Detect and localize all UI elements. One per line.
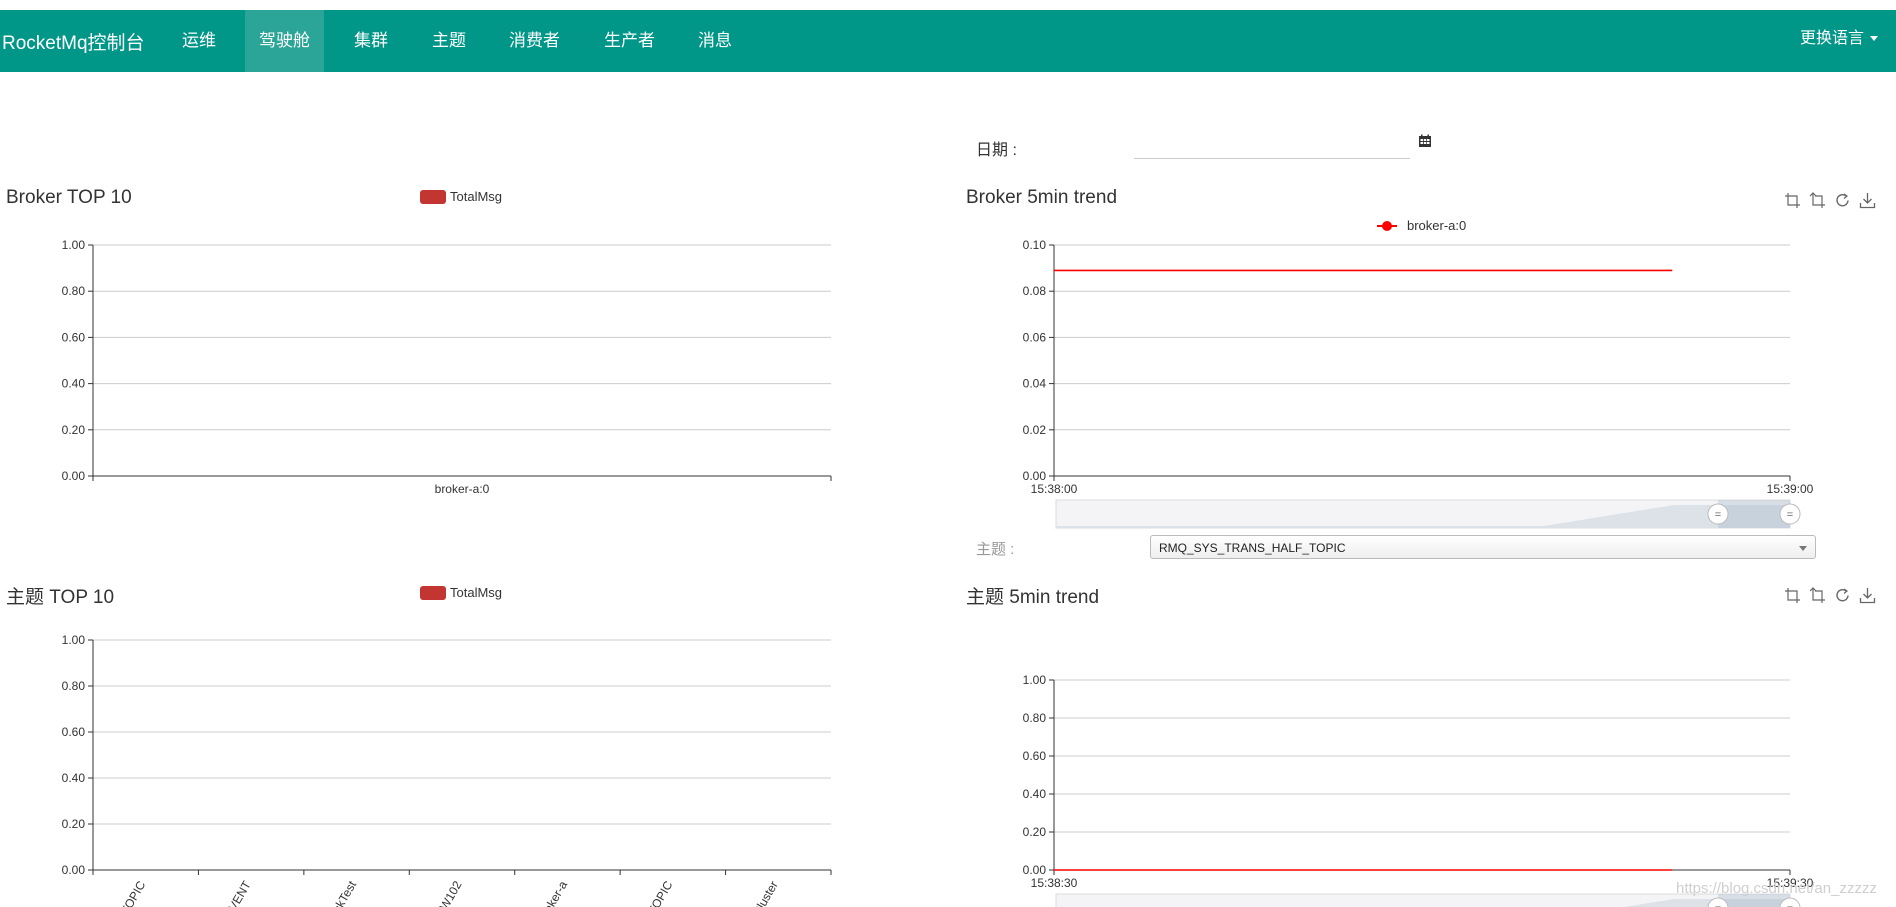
x-tick-label: TOPIC [645, 878, 676, 907]
y-tick-label: 1.00 [62, 633, 86, 647]
x-tick-label: oker-a [541, 878, 570, 907]
x-tick-label: EVENT [222, 878, 254, 907]
y-tick-label: 0.40 [1023, 787, 1047, 801]
datazoom-handle-grip: = [1715, 903, 1721, 907]
y-tick-label: 1.00 [1023, 673, 1047, 687]
y-tick-label: 0.40 [62, 771, 86, 785]
y-tick-label: 0.10 [1023, 238, 1047, 252]
x-tick-label: W102 [437, 878, 465, 907]
charts-layer: 0.00 0.20 0.40 0.60 0.80 1.00 broker-a:0 0.00 0.… [62, 238, 1814, 907]
y-tick-label: 0.00 [62, 469, 86, 483]
y-tick-label: 0.20 [62, 817, 86, 831]
y-tick-label: 0.00 [62, 863, 86, 877]
y-tick-label: 0.60 [62, 725, 86, 739]
y-tick-label: 0.02 [1023, 423, 1047, 437]
y-tick-label: 0.08 [1023, 284, 1047, 298]
y-tick-label: 0.20 [1023, 825, 1047, 839]
x-tick-label: 15:38:30 [1031, 876, 1078, 890]
y-tick-label: 0.06 [1023, 330, 1047, 344]
y-tick-label: 0.04 [1023, 377, 1047, 391]
x-tick-label: TOPIC [118, 878, 149, 907]
x-tick-label: broker-a:0 [435, 482, 490, 496]
y-tick-label: 0.40 [62, 377, 86, 391]
y-tick-label: 1.00 [62, 238, 86, 252]
x-tick-label: 15:38:00 [1031, 482, 1078, 496]
datazoom-handle-grip: = [1787, 509, 1793, 521]
x-tick-label: Cluster [750, 879, 781, 907]
y-tick-label: 0.80 [1023, 711, 1047, 725]
y-tick-label: 0.00 [1023, 469, 1047, 483]
y-tick-label: 0.80 [62, 284, 86, 298]
x-tick-label: 15:39:00 [1767, 482, 1814, 496]
x-tick-label: ckTest [330, 878, 359, 907]
datazoom-handle-grip: = [1715, 509, 1721, 521]
y-tick-label: 0.60 [62, 330, 86, 344]
y-tick-label: 0.60 [1023, 749, 1047, 763]
y-tick-label: 0.80 [62, 679, 86, 693]
datazoom-window [1718, 500, 1790, 528]
watermark-text: https://blog.csdn.net/an_zzzzz [1676, 880, 1877, 897]
datazoom-handle-grip: = [1787, 903, 1793, 907]
y-tick-label: 0.00 [1023, 863, 1047, 877]
y-tick-label: 0.20 [62, 423, 86, 437]
